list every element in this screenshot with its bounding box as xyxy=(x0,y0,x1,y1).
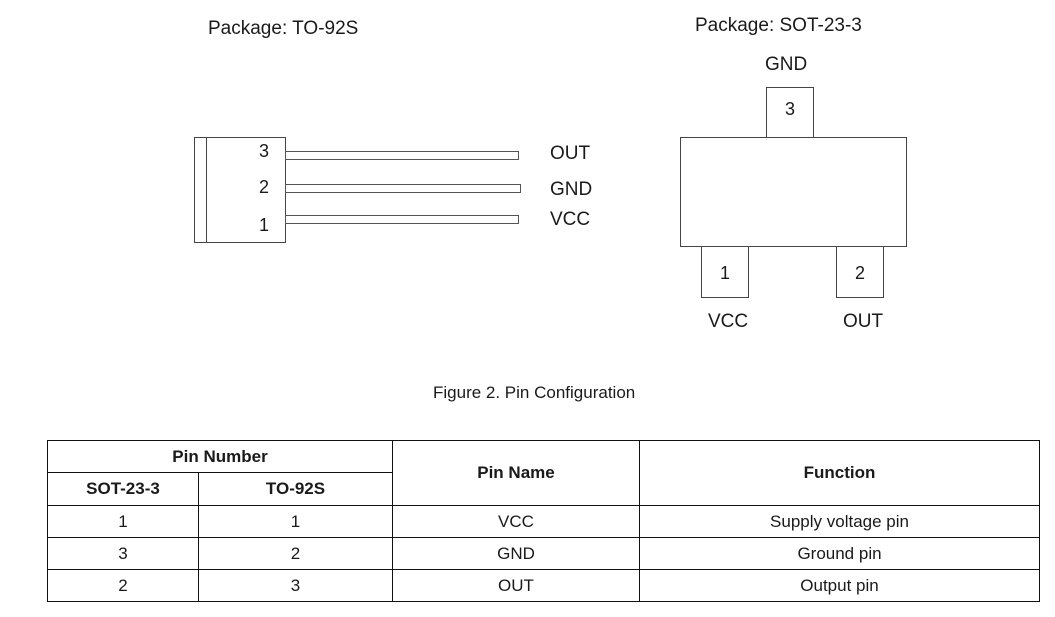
header-function: Function xyxy=(639,440,1040,506)
cell-pin-name: GND xyxy=(392,537,640,570)
to92s-pin-3-label: OUT xyxy=(550,143,591,164)
to92s-pin-2-label: GND xyxy=(550,179,593,200)
cell-to-pin: 3 xyxy=(198,569,393,602)
figure-caption: Figure 2. Pin Configuration xyxy=(433,383,636,402)
sot23-title: Package: SOT-23-3 xyxy=(695,15,862,36)
cell-pin-name: OUT xyxy=(392,569,640,602)
sot23-pin-2-number: 2 xyxy=(854,263,865,283)
sot23-body xyxy=(680,137,907,247)
pin-table: Pin Number Pin Name Function SOT-23-3 TO… xyxy=(47,440,1040,602)
sot23-pin-3-tab: 3 xyxy=(766,87,814,138)
cell-sot-pin: 2 xyxy=(47,569,199,602)
to92s-lead-3 xyxy=(285,151,519,160)
cell-function: Output pin xyxy=(639,569,1040,602)
to92s-pin-2-number: 2 xyxy=(259,177,270,197)
sot23-pin-3-label: GND xyxy=(765,54,808,75)
sot23-pin-2-label: OUT xyxy=(843,311,884,332)
to92s-title: Package: TO-92S xyxy=(208,18,359,39)
cell-to-pin: 2 xyxy=(198,537,393,570)
cell-sot-pin: 3 xyxy=(47,537,199,570)
sot23-pin-1-number: 1 xyxy=(719,263,730,283)
cell-pin-name: VCC xyxy=(392,505,640,538)
sot23-pin-1-tab: 1 xyxy=(701,246,749,298)
header-to92s: TO-92S xyxy=(198,472,393,506)
cell-to-pin: 1 xyxy=(198,505,393,538)
to92s-lead-1 xyxy=(285,215,519,224)
table-row: 2 3 OUT Output pin xyxy=(47,569,1040,602)
to92s-pin-1-label: VCC xyxy=(550,209,591,230)
sot23-pin-2-tab: 2 xyxy=(836,246,884,298)
to92s-body xyxy=(194,137,286,243)
cell-function: Supply voltage pin xyxy=(639,505,1040,538)
table-row: 1 1 VCC Supply voltage pin xyxy=(47,505,1040,538)
table-row: 3 2 GND Ground pin xyxy=(47,537,1040,570)
to92s-pin-1-number: 1 xyxy=(259,215,270,235)
to92s-lead-2 xyxy=(285,184,521,193)
to92s-pin-3-number: 3 xyxy=(259,141,270,161)
header-sot23: SOT-23-3 xyxy=(47,472,199,506)
sot23-pin-1-label: VCC xyxy=(708,311,749,332)
to92s-flat-edge xyxy=(206,138,207,242)
table-header-row-1: Pin Number Pin Name Function xyxy=(47,440,1040,506)
header-pin-name: Pin Name xyxy=(392,440,640,506)
header-pin-number: Pin Number xyxy=(47,440,393,473)
cell-function: Ground pin xyxy=(639,537,1040,570)
cell-sot-pin: 1 xyxy=(47,505,199,538)
sot23-pin-3-number: 3 xyxy=(784,99,795,119)
